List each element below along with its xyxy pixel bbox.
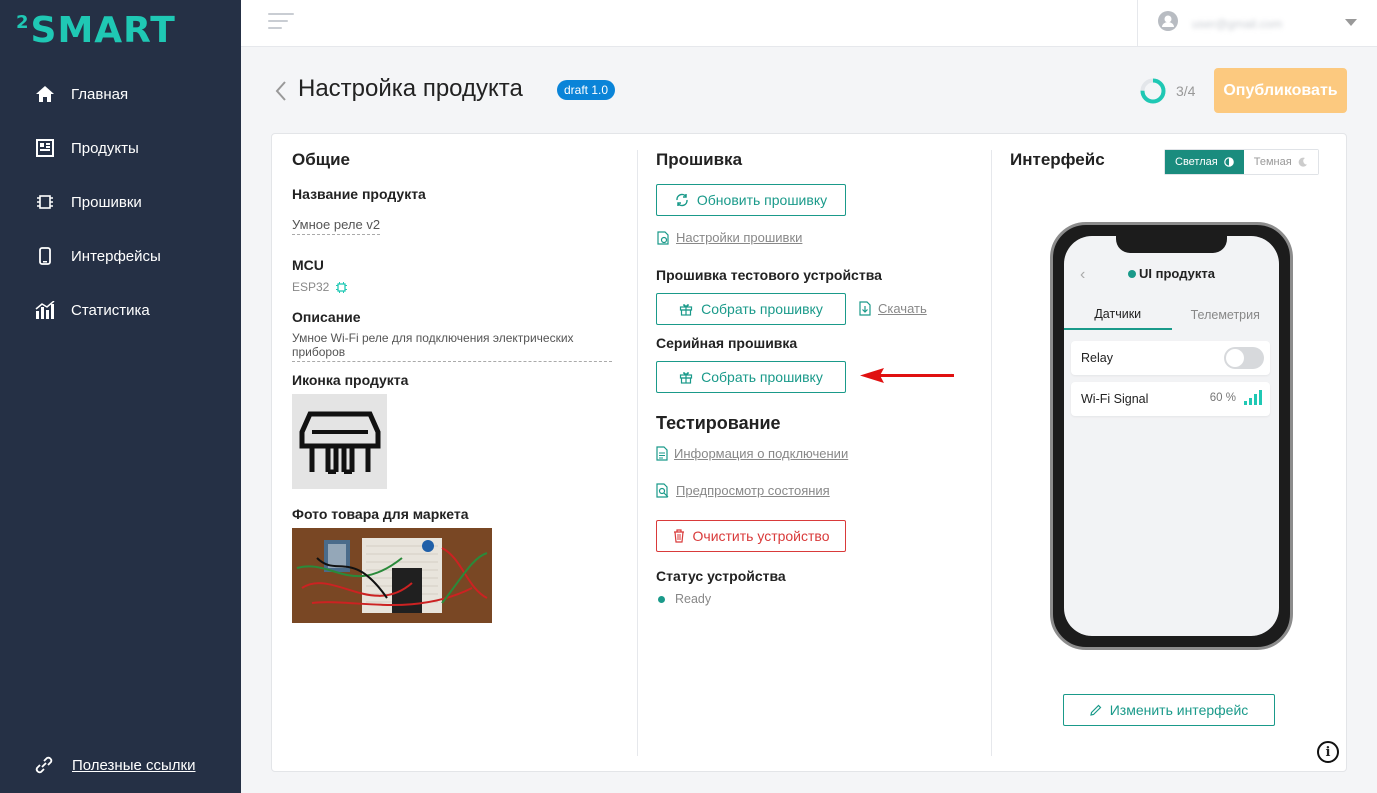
contrast-icon [1223, 157, 1234, 167]
product-settings-card: Общие Название продукта Умное реле v2 MC… [271, 133, 1347, 772]
setup-progress: 3/4 [1140, 78, 1195, 104]
theme-light-option[interactable]: Светлая [1165, 150, 1244, 174]
top-bar: user@gmail.com [241, 0, 1377, 47]
product-name-value[interactable]: Умное реле v2 [292, 217, 381, 235]
user-menu[interactable]: user@gmail.com [1137, 0, 1377, 47]
wifi-widget: Wi-Fi Signal 60 % [1071, 382, 1270, 416]
sidebar-item-home[interactable]: Главная [0, 67, 241, 121]
sidebar-item-label: Статистика [71, 301, 150, 319]
breadboard-photo [292, 528, 492, 623]
firmware-settings-link[interactable]: Настройки прошивки [656, 230, 802, 245]
sidebar-item-label: Главная [71, 85, 129, 103]
column-divider [637, 150, 638, 756]
page-title: Настройка продукта [298, 75, 523, 102]
state-preview-link[interactable]: Предпросмотр состояния [656, 483, 830, 498]
download-icon [858, 301, 872, 316]
market-photo-image[interactable] [292, 528, 492, 623]
doc-search-icon [656, 483, 670, 498]
phone-tabs: Датчики Телеметрия [1064, 300, 1279, 330]
mcu-label: MCU [292, 257, 324, 273]
market-photo-label: Фото товара для маркета [292, 506, 469, 522]
product-icon-image[interactable] [292, 394, 387, 489]
sidebar: 2SMART Главная Продукты Прошивки Интерфе… [0, 0, 241, 793]
device-status-label: Статус устройства [656, 568, 786, 584]
theme-switch: Светлая Темная [1164, 149, 1319, 175]
stats-icon [34, 299, 56, 321]
sidebar-item-statistics[interactable]: Статистика [0, 283, 241, 337]
tab-sensors[interactable]: Датчики [1064, 300, 1172, 330]
home-icon [34, 83, 56, 105]
useful-links-label: Полезные ссылки [72, 756, 196, 774]
info-icon[interactable]: i [1317, 741, 1339, 763]
chevron-down-icon[interactable] [1345, 19, 1357, 26]
relay-icon [299, 411, 380, 474]
menu-toggle-icon[interactable] [268, 13, 294, 34]
products-icon [34, 137, 56, 159]
clear-device-button[interactable]: Очистить устройство [656, 520, 846, 552]
moon-icon [1298, 157, 1308, 167]
annotation-arrow [860, 368, 954, 383]
sidebar-item-products[interactable]: Продукты [0, 121, 241, 175]
gift-icon [679, 370, 693, 384]
firmware-heading: Прошивка [656, 150, 743, 169]
testing-heading: Тестирование [656, 413, 781, 433]
settings-doc-icon [656, 230, 670, 245]
logo[interactable]: 2SMART [16, 10, 176, 51]
user-avatar-icon [1158, 11, 1178, 36]
link-icon [34, 755, 56, 775]
general-heading: Общие [292, 150, 350, 169]
phone-title: UI продукта [1064, 266, 1279, 281]
phone-icon [34, 245, 56, 267]
status-dot-icon [658, 595, 665, 603]
tab-telemetry[interactable]: Телеметрия [1172, 300, 1280, 330]
download-link[interactable]: Скачать [858, 301, 927, 316]
device-status: Ready [658, 592, 711, 606]
build-serial-firmware-button[interactable]: Собрать прошивку [656, 361, 846, 393]
progress-ring-icon [1140, 78, 1166, 104]
relay-widget: Relay [1071, 341, 1270, 375]
pencil-icon [1089, 704, 1102, 716]
product-icon-label: Иконка продукта [292, 372, 409, 388]
signal-icon [1244, 390, 1262, 405]
product-name-label: Название продукта [292, 186, 426, 202]
refresh-icon [675, 193, 689, 207]
sidebar-item-label: Интерфейсы [71, 247, 161, 265]
trash-icon [673, 529, 685, 543]
back-icon[interactable] [274, 80, 288, 107]
phone-notch [1116, 236, 1227, 253]
update-firmware-button[interactable]: Обновить прошивку [656, 184, 846, 216]
sidebar-item-firmware[interactable]: Прошивки [0, 175, 241, 229]
sidebar-item-label: Прошивки [71, 193, 142, 211]
connection-info-link[interactable]: Информация о подключении [656, 446, 848, 461]
description-value[interactable]: Умное Wi-Fi реле для подключения электри… [292, 331, 612, 362]
sidebar-item-interfaces[interactable]: Интерфейсы [0, 229, 241, 283]
serial-firmware-label: Серийная прошивка [656, 335, 798, 351]
gift-icon [679, 302, 693, 316]
progress-text: 3/4 [1176, 83, 1196, 99]
document-icon [656, 446, 668, 461]
theme-dark-option[interactable]: Темная [1243, 150, 1318, 174]
chip-icon [335, 281, 348, 294]
sidebar-item-label: Продукты [71, 139, 139, 157]
version-badge: draft 1.0 [557, 80, 616, 100]
column-divider [991, 150, 992, 756]
interface-heading: Интерфейс [1010, 150, 1105, 169]
description-label: Описание [292, 309, 361, 325]
edit-interface-button[interactable]: Изменить интерфейс [1063, 694, 1275, 726]
useful-links[interactable]: Полезные ссылки [34, 755, 196, 775]
mcu-value: ESP32 [292, 280, 348, 294]
user-email: user@gmail.com [1192, 16, 1283, 31]
build-test-firmware-button[interactable]: Собрать прошивку [656, 293, 846, 325]
chip-icon [34, 191, 56, 213]
test-firmware-label: Прошивка тестового устройства [656, 267, 882, 283]
sidebar-nav: Главная Продукты Прошивки Интерфейсы Ста… [0, 67, 241, 337]
wifi-value: 60 % [1209, 392, 1236, 404]
phone-screen: ‹ UI продукта Датчики Телеметрия Relay W… [1064, 236, 1279, 636]
phone-preview: ‹ UI продукта Датчики Телеметрия Relay W… [1050, 222, 1293, 650]
relay-toggle[interactable] [1224, 347, 1264, 369]
publish-button[interactable]: Опубликовать [1214, 68, 1347, 113]
